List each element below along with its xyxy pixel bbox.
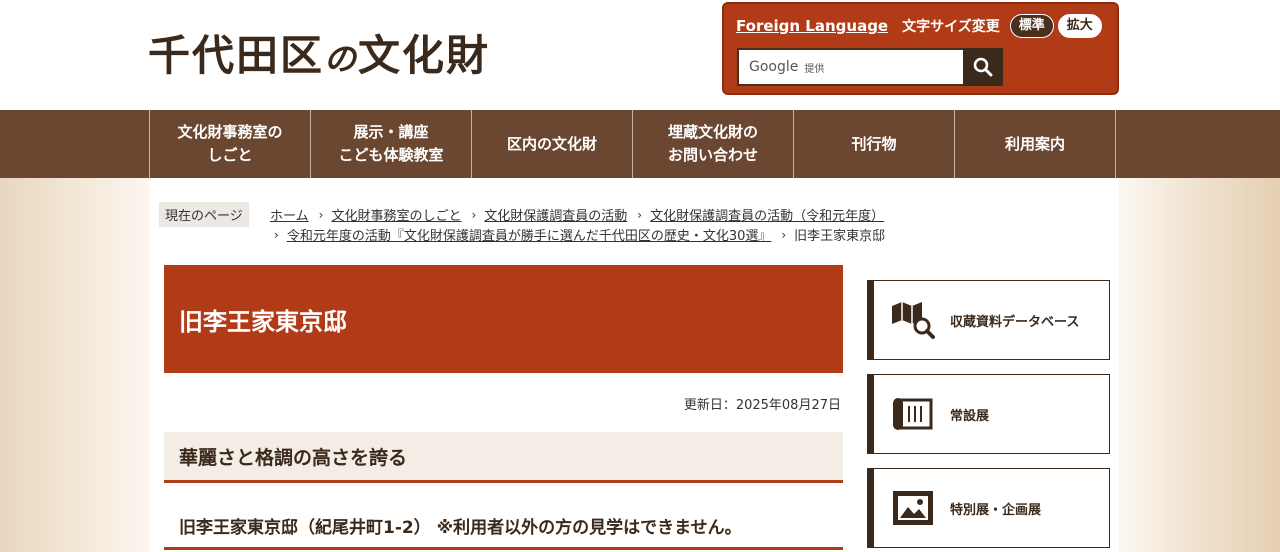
picture-frame-icon [893,491,933,525]
breadcrumb-current: 旧李王家東京邸 [794,229,886,244]
breadcrumb: ホーム › 文化財事務室のしごと › 文化財保護調査員の活動 › 文化財保護調査… [270,205,894,225]
search-button[interactable] [963,48,1003,86]
address-text: 旧李王家東京邸（紀尾井町1-2） ※利用者以外の方の見学はできません。 [179,518,742,538]
main-content: 現在のページ ホーム › 文化財事務室のしごと › 文化財保護調査員の活動 › … [149,178,1119,552]
chevron-right-icon: › [471,207,477,222]
font-standard-button[interactable]: 標準 [1009,14,1054,38]
site-header: 千代田区の文化財 Foreign Language 文字サイズ変更 標準 拡大 … [0,0,1280,110]
sidebar-card-label: 特別展・企画展 [950,502,1042,518]
site-logo[interactable]: 千代田区の文化財 [148,22,490,83]
nav-item-cultural-properties[interactable]: 区内の文化財 [472,110,633,178]
font-large-button[interactable]: 拡大 [1057,14,1102,38]
breadcrumb-link-home[interactable]: ホーム [270,205,309,224]
breadcrumb-link-activities-r1[interactable]: 文化財保護調査員の活動（令和元年度） [650,205,884,224]
chevron-right-icon: › [274,227,279,242]
sidebar-card-label: 収蔵資料データベース [950,314,1080,330]
chevron-right-icon: › [637,207,643,222]
font-size-label: 文字サイズ変更 [902,19,1000,35]
nav-item-guide[interactable]: 利用案内 [955,110,1116,178]
google-label: Google [749,59,799,75]
nav-item-work[interactable]: 文化財事務室の しごと [150,110,311,178]
sidebar-card-permanent[interactable]: 常設展 [867,374,1110,454]
nav-item-exhibitions[interactable]: 展示・講座 こども体験教室 [311,110,472,178]
provided-label: 提供 [804,63,825,75]
breadcrumb-link-activities[interactable]: 文化財保護調査員の活動 [484,205,627,224]
nav-item-publications[interactable]: 刊行物 [794,110,955,178]
utility-panel: Foreign Language 文字サイズ変更 標準 拡大 Google 提供 [722,2,1119,95]
breadcrumb-label: 現在のページ [159,202,249,227]
logo-main: 千代田区 [148,31,325,80]
page-title: 旧李王家東京邸 [164,265,843,373]
sidebar-card-special[interactable]: 特別展・企画展 [867,468,1110,548]
global-nav: 文化財事務室の しごと 展示・講座 こども体験教室 区内の文化財 埋蔵文化財の … [0,110,1280,178]
breadcrumb-link-30-selections[interactable]: 令和元年度の活動『文化財保護調査員が勝手に選んだ千代田区の歴史・文化30選』 [287,225,772,244]
logo-no: の [324,40,359,78]
search-input[interactable]: Google 提供 [737,48,965,86]
section-heading: 華麗さと格調の高さを誇る [164,432,843,483]
breadcrumb-link-work[interactable]: 文化財事務室のしごと [331,205,461,224]
breadcrumb-line2: › 令和元年度の活動『文化財保護調査員が勝手に選んだ千代田区の歴史・文化30選』… [274,225,886,245]
section-divider [164,547,843,550]
scroll-icon [893,398,933,430]
chevron-right-icon: › [781,227,787,242]
logo-tail: 文化財 [358,31,491,80]
chevron-right-icon: › [318,207,324,222]
nav-item-buried-properties[interactable]: 埋蔵文化財の お問い合わせ [633,110,794,178]
sidebar-card-label: 常設展 [950,408,990,424]
updated-date: 更新日：2025年08月27日 [683,398,841,413]
search-icon [973,57,993,77]
foreign-language-link[interactable]: Foreign Language [736,17,888,35]
map-search-icon [892,302,935,339]
sidebar-card-database[interactable]: 収蔵資料データベース [867,280,1110,360]
